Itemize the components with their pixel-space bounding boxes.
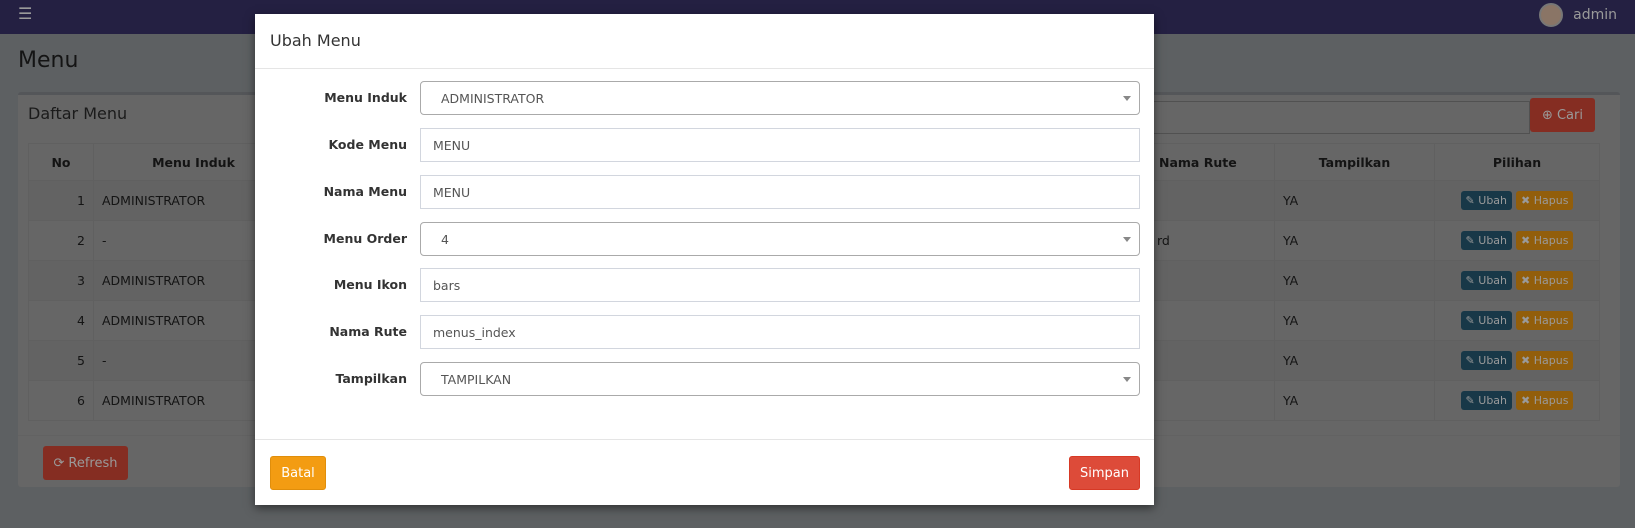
- cell-no: 6: [28, 380, 94, 421]
- delete-button[interactable]: ✖ Hapus: [1516, 311, 1574, 330]
- menu-induk-select[interactable]: ADMINISTRATOR: [420, 81, 1140, 115]
- nama-rute-label: Nama Rute: [329, 324, 407, 339]
- refresh-icon: ⟳: [53, 455, 65, 471]
- delete-label: Hapus: [1533, 354, 1569, 367]
- form-row: Menu Induk ADMINISTRATOR: [255, 81, 1154, 115]
- edit-button[interactable]: ✎ Ubah: [1460, 391, 1513, 410]
- kode-menu-input[interactable]: MENU: [420, 128, 1140, 162]
- nama-rute-input[interactable]: menus_index: [420, 315, 1140, 349]
- delete-button[interactable]: ✖ Hapus: [1516, 191, 1574, 210]
- menu-order-label: Menu Order: [323, 231, 407, 246]
- search-icon: ⊕: [1542, 107, 1553, 123]
- page-title: Menu: [18, 48, 79, 73]
- tampilkan-select[interactable]: TAMPILKAN: [420, 362, 1140, 396]
- refresh-button[interactable]: ⟳ Refresh: [43, 446, 128, 480]
- edit-label: Ubah: [1478, 354, 1508, 367]
- col-no: No: [28, 143, 94, 181]
- form-row: Menu Order 4: [255, 222, 1154, 256]
- cell-tampilkan: YA: [1274, 340, 1435, 381]
- col-pilihan: Pilihan: [1434, 143, 1600, 181]
- menu-order-select[interactable]: 4: [420, 222, 1140, 256]
- edit-button[interactable]: ✎ Ubah: [1460, 311, 1513, 330]
- form-row: Menu Ikon bars: [255, 268, 1154, 302]
- delete-label: Hapus: [1533, 234, 1569, 247]
- edit-button[interactable]: ✎ Ubah: [1460, 351, 1513, 370]
- search-button[interactable]: ⊕ Cari: [1530, 98, 1595, 132]
- menu-ikon-input[interactable]: bars: [420, 268, 1140, 302]
- cancel-button[interactable]: Batal: [270, 456, 326, 490]
- search-label: Cari: [1556, 107, 1583, 123]
- avatar: [1539, 3, 1564, 27]
- delete-label: Hapus: [1533, 314, 1569, 327]
- cell-tampilkan: YA: [1274, 260, 1435, 301]
- cell-tampilkan: YA: [1274, 300, 1435, 341]
- tampilkan-label: Tampilkan: [335, 371, 407, 386]
- cell-tampilkan: YA: [1274, 180, 1435, 221]
- cell-no: 4: [28, 300, 94, 341]
- edit-label: Ubah: [1478, 234, 1508, 247]
- cell-actions: ✎ Ubah ✖ Hapus: [1434, 220, 1600, 261]
- cell-actions: ✎ Ubah ✖ Hapus: [1434, 260, 1600, 301]
- edit-label: Ubah: [1478, 314, 1508, 327]
- cell-no: 3: [28, 260, 94, 301]
- box-title: Daftar Menu: [28, 104, 128, 123]
- cell-no: 2: [28, 220, 94, 261]
- edit-label: Ubah: [1478, 274, 1508, 287]
- menu-ikon-label: Menu Ikon: [333, 277, 407, 292]
- save-button[interactable]: Simpan: [1069, 456, 1140, 490]
- col-tampilkan: Tampilkan: [1274, 143, 1435, 181]
- delete-button[interactable]: ✖ Hapus: [1516, 271, 1574, 290]
- edit-menu-modal: Ubah Menu Menu Induk ADMINISTRATOR Kode M…: [255, 14, 1154, 505]
- edit-button[interactable]: ✎ Ubah: [1460, 271, 1513, 290]
- edit-label: Ubah: [1478, 194, 1508, 207]
- cell-tampilkan: YA: [1274, 220, 1435, 261]
- cell-no: 5: [28, 340, 94, 381]
- form-row: Nama Menu MENU: [255, 175, 1154, 209]
- user-menu[interactable]: admin: [1539, 3, 1617, 27]
- edit-label: Ubah: [1478, 394, 1508, 407]
- cell-tampilkan: YA: [1274, 380, 1435, 421]
- nama-menu-input[interactable]: MENU: [420, 175, 1140, 209]
- kode-menu-label: Kode Menu: [328, 137, 407, 152]
- cell-actions: ✎ Ubah ✖ Hapus: [1434, 380, 1600, 421]
- form-row: Nama Rute menus_index: [255, 315, 1154, 349]
- cell-no: 1: [28, 180, 94, 221]
- bars-icon[interactable]: ☰: [18, 4, 32, 23]
- cell-actions: ✎ Ubah ✖ Hapus: [1434, 300, 1600, 341]
- delete-button[interactable]: ✖ Hapus: [1516, 391, 1574, 410]
- delete-label: Hapus: [1533, 274, 1569, 287]
- edit-button[interactable]: ✎ Ubah: [1460, 231, 1513, 250]
- delete-label: Hapus: [1533, 194, 1569, 207]
- nama-menu-label: Nama Menu: [323, 184, 407, 199]
- cell-actions: ✎ Ubah ✖ Hapus: [1434, 340, 1600, 381]
- cell-actions: ✎ Ubah ✖ Hapus: [1434, 180, 1600, 221]
- form-row: Tampilkan TAMPILKAN: [255, 362, 1154, 396]
- form-row: Kode Menu MENU: [255, 128, 1154, 162]
- menu-induk-label: Menu Induk: [324, 90, 407, 105]
- delete-button[interactable]: ✖ Hapus: [1516, 231, 1574, 250]
- edit-button[interactable]: ✎ Ubah: [1460, 191, 1513, 210]
- delete-label: Hapus: [1533, 394, 1569, 407]
- modal-title: Ubah Menu: [255, 14, 1154, 69]
- username: admin: [1573, 7, 1617, 23]
- delete-button[interactable]: ✖ Hapus: [1516, 351, 1574, 370]
- modal-footer-divider: [255, 439, 1154, 440]
- refresh-label: Refresh: [68, 455, 118, 471]
